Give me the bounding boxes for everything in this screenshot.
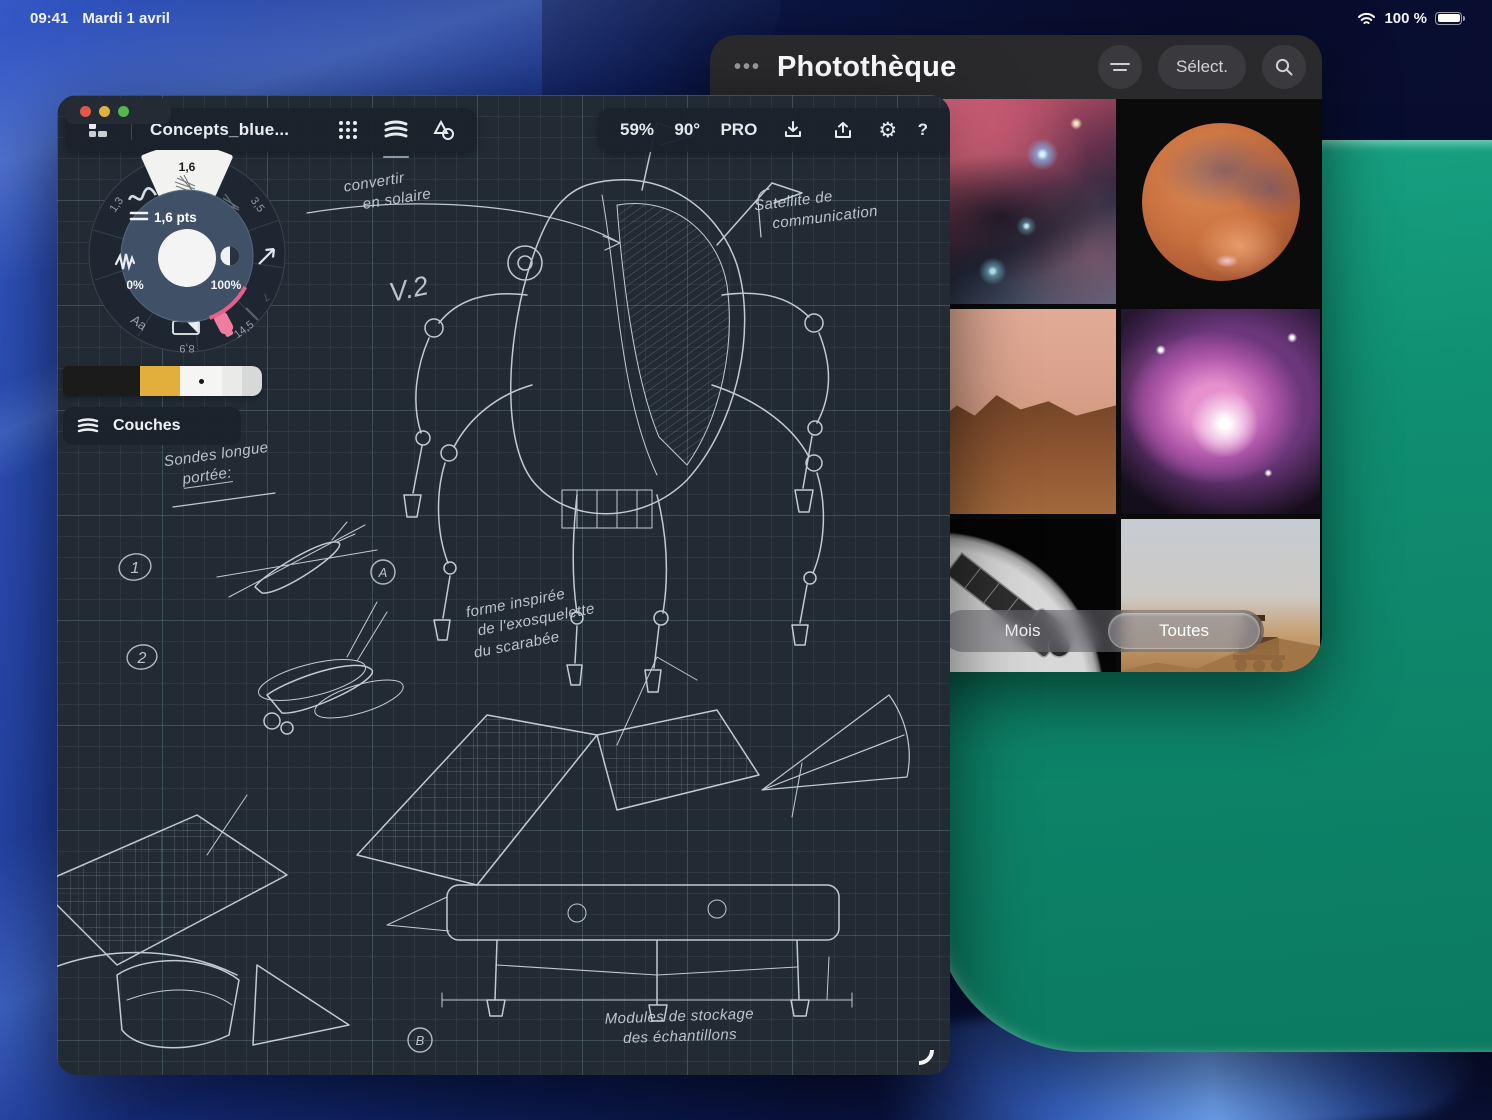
- status-bar: 09:41 Mardi 1 avril 100 %: [0, 0, 1492, 36]
- filter-icon: [1109, 60, 1131, 74]
- photos-title: Photothèque: [777, 51, 956, 84]
- zoom-window-button[interactable]: [118, 106, 129, 117]
- shapes-icon[interactable]: [429, 115, 459, 145]
- layers-panel-button[interactable]: Couches: [63, 407, 241, 445]
- wifi-icon: [1357, 11, 1376, 26]
- wheel-size-8-9: 8,9: [179, 342, 194, 354]
- settings-icon[interactable]: ⚙: [878, 120, 897, 141]
- mars-globe-image: [1142, 123, 1300, 281]
- circled-letter-a: A: [378, 565, 388, 580]
- swatch-amber[interactable]: [140, 366, 180, 396]
- swatch-black[interactable]: [63, 366, 140, 396]
- help-button[interactable]: ?: [918, 120, 928, 140]
- screen: { "status_bar": { "time": "09:41", "date…: [0, 0, 1492, 1120]
- filter-button[interactable]: [1098, 45, 1142, 89]
- opacity-min-label: 0%: [126, 278, 144, 292]
- more-options-icon[interactable]: •••: [734, 56, 761, 79]
- annotation-modules: Modules de stockage des échantillons: [604, 1004, 755, 1050]
- opacity-max-label: 100%: [211, 278, 242, 292]
- share-icon[interactable]: [828, 115, 858, 145]
- document-title[interactable]: Concepts_blue...: [150, 120, 289, 140]
- select-button-label: Sélect.: [1176, 57, 1228, 77]
- layers-stack-icon: [77, 418, 99, 434]
- battery-icon: [1435, 12, 1462, 25]
- select-button[interactable]: Sélect.: [1158, 45, 1246, 89]
- circled-number-1: 1: [131, 560, 140, 577]
- swatch-white-selected[interactable]: [180, 366, 222, 396]
- segment-month[interactable]: Mois: [942, 621, 1103, 641]
- close-window-button[interactable]: [80, 106, 91, 117]
- search-button[interactable]: [1262, 45, 1306, 89]
- zoom-level[interactable]: 59%: [620, 120, 654, 140]
- color-swatch-bar: [63, 366, 262, 396]
- photo-thumbnail-mars-globe[interactable]: [1121, 99, 1320, 304]
- battery-percent: 100 %: [1384, 10, 1427, 27]
- concepts-window[interactable]: 1 2 A B convertir en solaire Satellite d…: [57, 95, 950, 1075]
- wheel-selected-size: 1,6: [179, 160, 196, 174]
- rotation-value[interactable]: 90°: [674, 120, 700, 140]
- grid-tools-icon[interactable]: [333, 115, 363, 145]
- window-controls: [65, 98, 171, 124]
- tool-wheel[interactable]: 1,6 1,3 3,5 7: [83, 150, 291, 358]
- layers-panel-label: Couches: [113, 417, 181, 435]
- pro-badge[interactable]: PRO: [720, 120, 757, 140]
- layers-icon[interactable]: [381, 115, 411, 145]
- time-segmented-control: Mois Toutes: [942, 610, 1264, 652]
- date: Mardi 1 avril: [82, 10, 170, 27]
- segment-all-selected[interactable]: Toutes: [1108, 613, 1260, 649]
- circled-number-2: 2: [137, 650, 147, 667]
- circled-letter-b: B: [416, 1033, 425, 1048]
- clock: 09:41: [30, 10, 68, 27]
- minimize-window-button[interactable]: [99, 106, 110, 117]
- photos-header: ••• Photothèque Sélect.: [710, 35, 1322, 99]
- import-icon[interactable]: [778, 115, 808, 145]
- selected-swatch-dot: [199, 379, 204, 384]
- stroke-size-label: 1,6 pts: [154, 210, 197, 225]
- search-icon: [1274, 57, 1294, 77]
- wheel-center-button[interactable]: [158, 229, 216, 287]
- swatch-light-gray[interactable]: [222, 366, 242, 396]
- photo-thumbnail-orion-nebula[interactable]: [1121, 309, 1320, 514]
- active-tool-indicator: [383, 156, 409, 159]
- swatch-gray[interactable]: [242, 366, 262, 396]
- concepts-toolbar-right: 59% 90° PRO ⚙ ?: [598, 108, 950, 152]
